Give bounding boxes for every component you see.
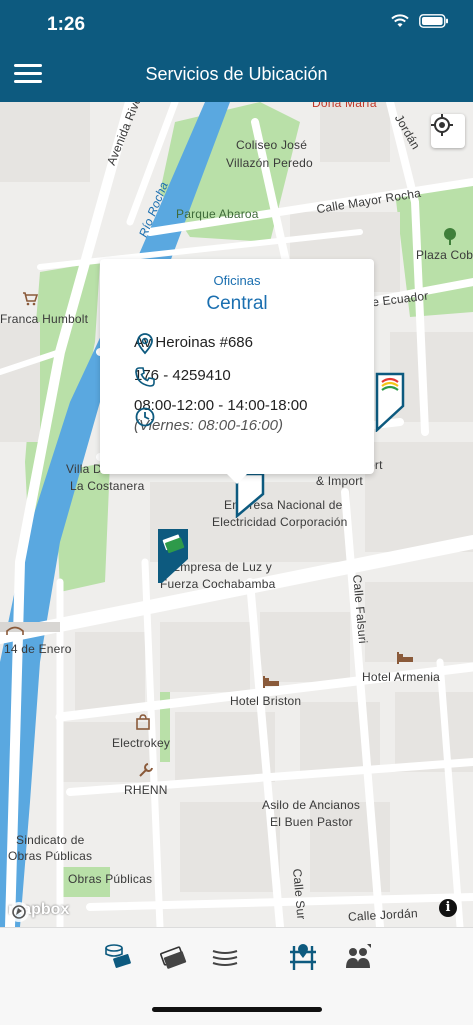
map-label-parque-abaroa: Parque Abaroa: [176, 207, 259, 221]
map-label-electrokey: Electrokey: [112, 736, 171, 750]
mapbox-logo[interactable]: mapbox: [8, 901, 69, 922]
map-label-asilo: Asilo de Ancianos: [262, 798, 361, 812]
shopping-cart-icon: [23, 292, 38, 306]
home-indicator: [152, 1007, 322, 1012]
tab-stack-icon[interactable]: [210, 942, 240, 972]
map-label-rhenn: RHENN: [124, 783, 168, 797]
bed-icon: [263, 676, 279, 688]
popup-address: Av Heroinas #686: [134, 334, 253, 351]
popup-phone-row: 176 - 4259410: [134, 366, 309, 387]
nav-bar: Servicios de Ubicación: [0, 50, 473, 102]
block: [180, 802, 280, 892]
map-view[interactable]: Doña María Avenida Rivero Coliseo José V…: [0, 102, 473, 927]
map-label-electricidad: Electricidad Corporación: [212, 515, 348, 529]
shopping-bag-icon: [136, 714, 150, 730]
tab-cash-icon[interactable]: [158, 942, 188, 972]
crosshair-icon: [431, 114, 453, 136]
location-popup: Oficinas Central Av Heroinas #686 176 - …: [100, 259, 374, 484]
map-label-hotel-armenia: Hotel Armenia: [362, 670, 440, 684]
popup-hours-value: 08:00-12:00 - 14:00-18:00: [134, 397, 308, 414]
map-label-plaza-colon: Plaza Cob: [416, 248, 473, 262]
popup-hours-note: (Viernes: 08:00-16:00): [134, 417, 283, 434]
map-label-sindicato: Sindicato de: [16, 833, 85, 847]
locate-me-button[interactable]: [431, 114, 465, 148]
popup-address-row: Av Heroinas #686: [134, 333, 309, 355]
clock-icon: [135, 407, 155, 427]
map-label-dona-maria: Doña María: [312, 102, 377, 110]
wrench-icon: [139, 763, 153, 777]
popup-phone[interactable]: 176 - 4259410: [134, 366, 309, 386]
popup-category: Oficinas: [213, 273, 261, 288]
location-pin-icon: [137, 333, 153, 355]
tree-icon: [444, 228, 456, 245]
status-bar: 1:26: [0, 0, 473, 50]
tab-people-icon[interactable]: [343, 942, 373, 972]
map-label-coliseo: Coliseo José: [236, 138, 308, 152]
block: [365, 582, 473, 662]
tab-locations-icon[interactable]: [288, 942, 318, 972]
map-label-villa: Villa D: [66, 462, 102, 476]
map-label-import: & Import: [316, 474, 363, 488]
status-time: 1:26: [47, 14, 86, 35]
bridge-icon: [6, 626, 24, 635]
block: [60, 722, 150, 782]
status-icons: [391, 14, 449, 28]
battery-icon: [419, 14, 448, 28]
block: [160, 622, 250, 692]
bank-office-marker[interactable]: [374, 372, 406, 432]
atm-cash-marker[interactable]: [158, 529, 188, 585]
map-label-obras-publicas-2: Obras Públicas: [68, 872, 153, 886]
page-title: Servicios de Ubicación: [145, 64, 328, 84]
block: [260, 612, 350, 682]
map-info-button[interactable]: i: [439, 899, 457, 917]
map-label-coliseo-2: Villazón Peredo: [226, 156, 313, 170]
block: [320, 102, 390, 162]
block: [0, 102, 90, 182]
popup-hours: 08:00-12:00 - 14:00-18:00 (Viernes: 08:0…: [134, 396, 309, 436]
popup-hours-row: 08:00-12:00 - 14:00-18:00 (Viernes: 08:0…: [134, 396, 309, 436]
bed-icon: [397, 652, 413, 664]
phone-icon: [135, 367, 155, 387]
map-label-la-costanera: La Costanera: [70, 479, 145, 493]
map-label-franca-humbolt: Franca Humbolt: [0, 312, 89, 326]
block: [75, 632, 145, 712]
map-label-obras-publicas: Obras Públicas: [8, 849, 93, 863]
mapbox-logo-icon: [9, 902, 29, 922]
map-label-14-enero: 14 de Enero: [4, 642, 72, 656]
block: [0, 322, 40, 442]
popup-title: Central: [206, 293, 268, 314]
map-label-buen-pastor: El Buen Pastor: [270, 815, 353, 829]
wifi-icon: [391, 14, 409, 27]
map-label-hotel-briston: Hotel Briston: [230, 694, 302, 708]
tab-coins-icon[interactable]: [102, 942, 132, 972]
